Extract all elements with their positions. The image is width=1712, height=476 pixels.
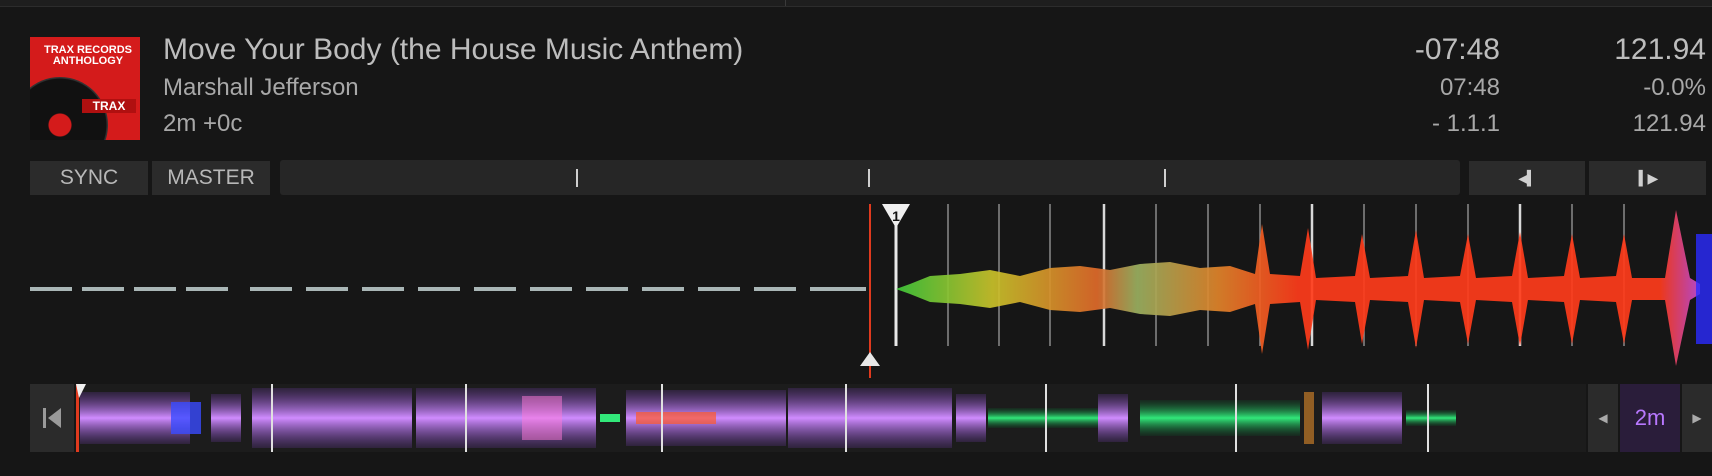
track-title: Move Your Body (the House Music Anthem) bbox=[163, 33, 744, 66]
sync-button[interactable]: SYNC bbox=[30, 161, 148, 195]
beatjump-back-icon: ◀▍ bbox=[1518, 169, 1537, 186]
original-bpm: 121.94 bbox=[1632, 110, 1706, 137]
track-key-info: 2m +0c bbox=[163, 110, 243, 137]
time-remaining[interactable]: -07:48 bbox=[1415, 33, 1500, 67]
jump-to-start-button[interactable] bbox=[30, 384, 74, 452]
beat-position: - 1.1.1 bbox=[1431, 110, 1500, 137]
beatjump-back-button[interactable]: ◀▍ bbox=[1469, 161, 1585, 195]
cover-badge: TRAX bbox=[82, 99, 136, 113]
tempo-pitch: -0.0% bbox=[1643, 74, 1706, 101]
top-strip bbox=[0, 0, 1712, 7]
top-strip-divider bbox=[785, 0, 786, 6]
track-artist: Marshall Jefferson bbox=[163, 74, 359, 101]
album-cover-art: TRAX RECORDS ANTHOLOGY TRAX bbox=[30, 37, 140, 140]
phase-tick bbox=[576, 169, 578, 187]
phase-tick-center bbox=[868, 169, 870, 187]
jump-to-start-icon bbox=[43, 408, 61, 428]
playhead-marker bbox=[860, 352, 880, 366]
time-elapsed: 07:48 bbox=[1439, 74, 1500, 101]
empty-track-indicator bbox=[30, 287, 866, 291]
cover-title-text: TRAX RECORDS ANTHOLOGY bbox=[43, 44, 132, 67]
tempo-bpm[interactable]: 121.94 bbox=[1614, 33, 1706, 67]
beatjump-forward-icon: ▍▶ bbox=[1638, 169, 1658, 186]
zoom-right-button[interactable]: ▶ bbox=[1682, 384, 1712, 452]
track-overview-waveform[interactable] bbox=[76, 384, 1586, 452]
master-button[interactable]: MASTER bbox=[152, 161, 270, 195]
zoom-left-button[interactable]: ◀ bbox=[1588, 384, 1618, 452]
cue-point-number: 1 bbox=[892, 208, 900, 224]
beatjump-forward-button[interactable]: ▍▶ bbox=[1589, 161, 1706, 195]
phase-meter[interactable] bbox=[280, 160, 1460, 195]
main-waveform[interactable]: 1 bbox=[0, 204, 1712, 378]
phase-tick bbox=[1164, 169, 1166, 187]
zoom-level[interactable]: 2m bbox=[1620, 384, 1680, 452]
waveform-signal bbox=[896, 210, 1712, 366]
zoom-left-icon: ◀ bbox=[1598, 411, 1608, 425]
zoom-right-icon: ▶ bbox=[1692, 411, 1702, 425]
